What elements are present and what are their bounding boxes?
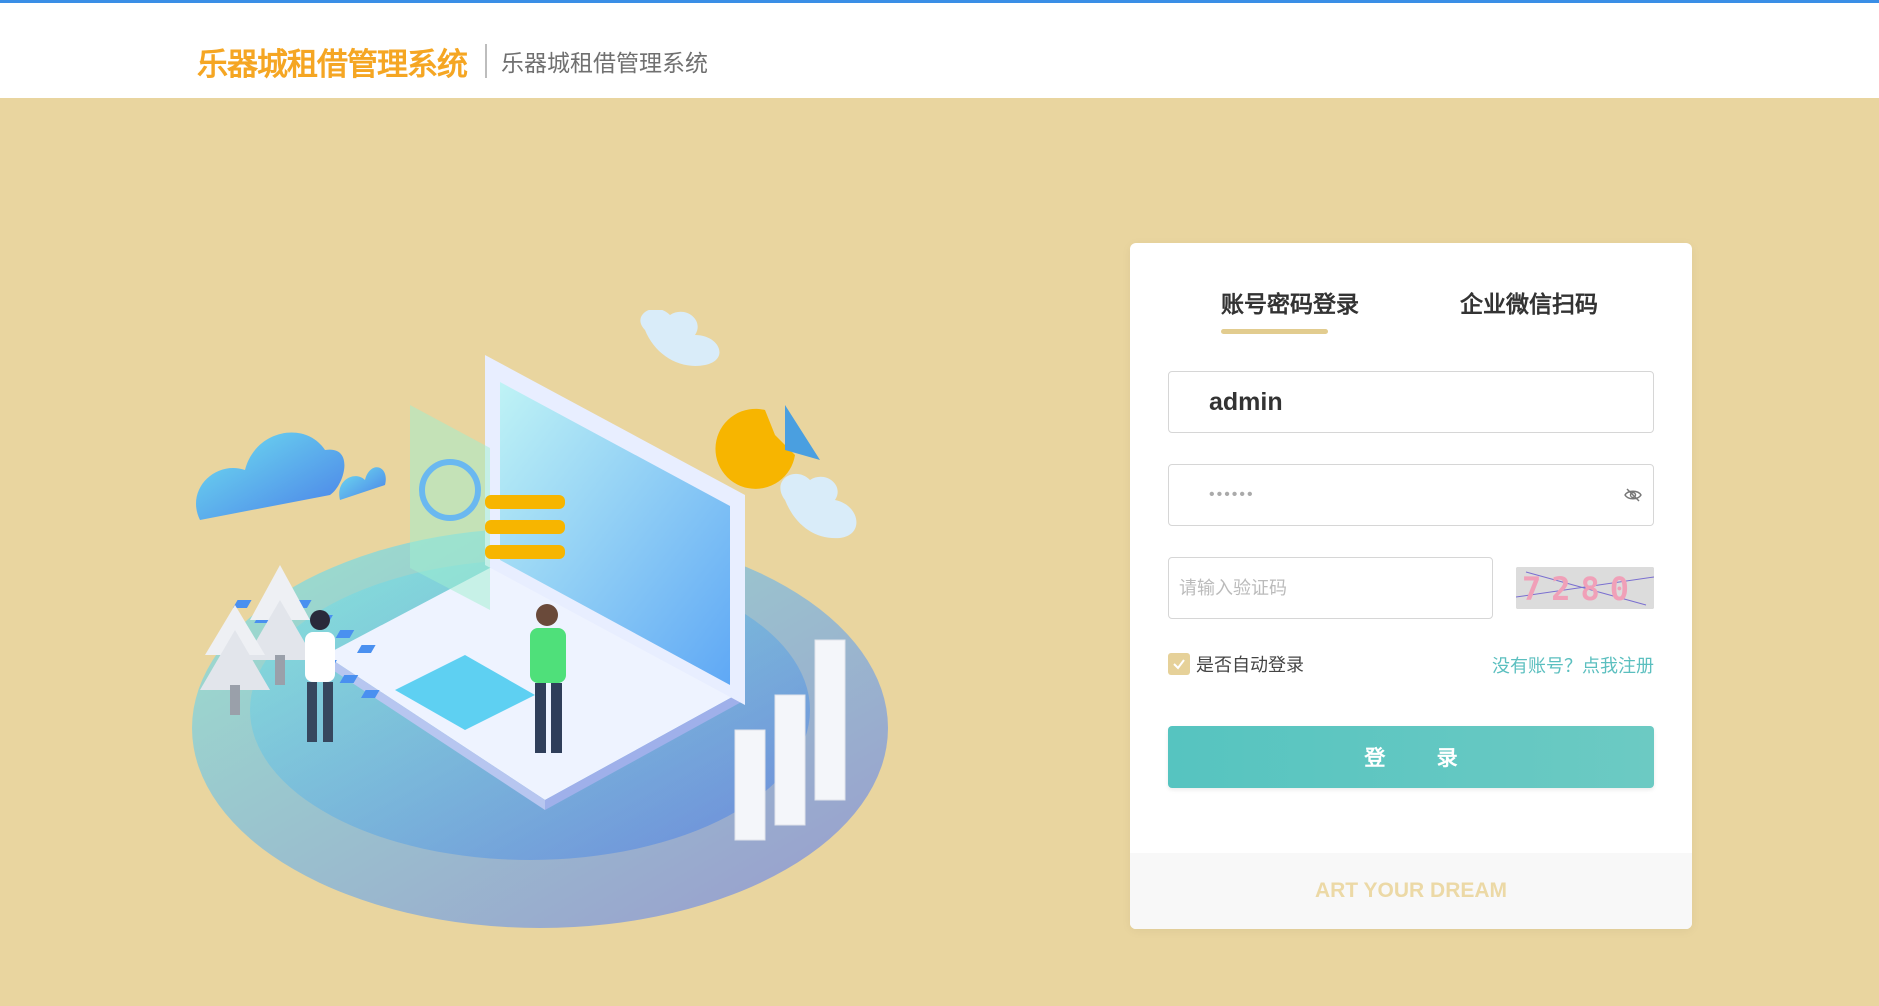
remember-me[interactable]: 是否自动登录: [1168, 651, 1304, 677]
app-subtitle: 乐器城租借管理系统: [501, 51, 708, 77]
password-field-wrap: [1168, 464, 1654, 526]
tab-password-login[interactable]: 账号密码登录: [1221, 285, 1359, 319]
password-input[interactable]: [1169, 465, 1653, 525]
login-button[interactable]: 登 录: [1168, 726, 1654, 788]
footer-slogan: ART YOUR DREAM: [1314, 879, 1508, 902]
username-field-wrap: [1168, 371, 1654, 433]
check-icon: [1173, 659, 1185, 670]
captcha-input[interactable]: [1169, 558, 1492, 618]
top-header: 乐器城租借管理系统 乐器城租借管理系统: [0, 0, 1879, 98]
login-tabs: 账号密码登录 企业微信扫码: [1130, 285, 1692, 335]
remember-checkbox[interactable]: [1168, 653, 1190, 675]
captcha-text: 7280: [1522, 570, 1639, 608]
brand: 乐器城租借管理系统 乐器城租借管理系统: [197, 39, 708, 84]
register-link[interactable]: 没有账号？点我注册: [1492, 652, 1654, 678]
tab-wechat-scan[interactable]: 企业微信扫码: [1460, 285, 1598, 319]
eye-off-icon[interactable]: [1623, 485, 1643, 505]
list-icon: [485, 495, 565, 559]
remember-label: 是否自动登录: [1196, 655, 1304, 676]
hero-illustration: [192, 310, 888, 928]
username-input[interactable]: [1169, 372, 1653, 432]
app-logo[interactable]: 乐器城租借管理系统: [197, 39, 468, 84]
card-footer: ART YOUR DREAM: [1130, 853, 1692, 929]
login-card: 账号密码登录 企业微信扫码 7280 是否自动登录 没有账号？点我注册: [1130, 243, 1692, 929]
active-tab-indicator: [1221, 329, 1328, 334]
brand-divider: [485, 44, 487, 78]
captcha-field-wrap: [1168, 557, 1493, 619]
captcha-image[interactable]: 7280: [1516, 567, 1654, 609]
